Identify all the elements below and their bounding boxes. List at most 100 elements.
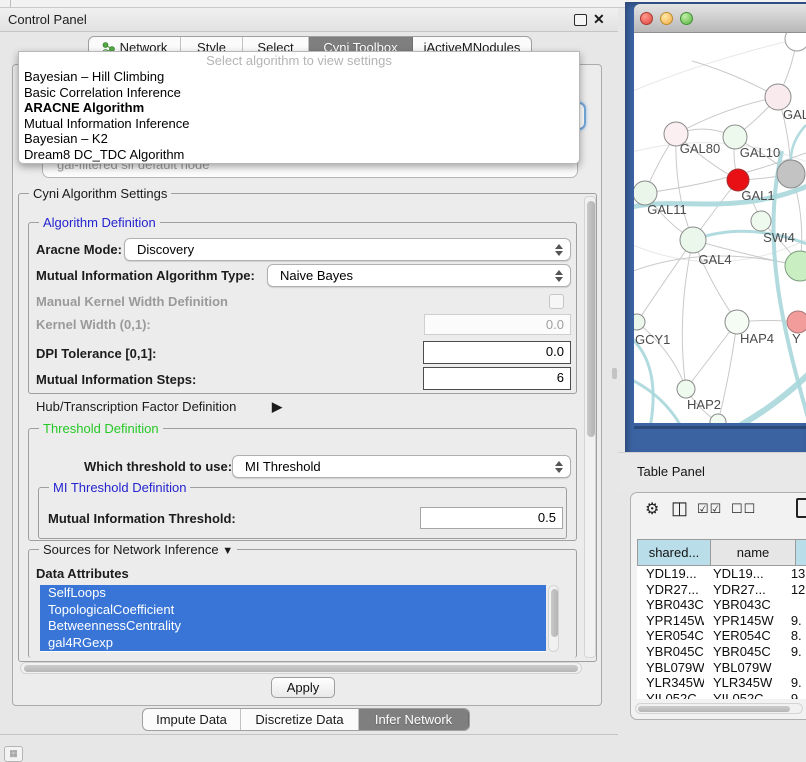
algorithm-option-bayesian-k2[interactable]: Bayesian – K2 — [19, 131, 579, 147]
tab-label: Discretize Data — [255, 712, 343, 727]
aracne-mode-combo[interactable]: Discovery — [124, 238, 571, 261]
settings-vscrollbar-thumb[interactable] — [587, 201, 595, 437]
mi-threshold-label: Mutual Information Threshold: — [48, 511, 236, 526]
table-row[interactable]: YBL079WYBL079W — [637, 660, 806, 676]
node-label-gal11: GAL11 — [647, 202, 687, 217]
kernel-width-field[interactable]: 0.0 — [424, 314, 571, 335]
kernel-width-value: 0.0 — [425, 315, 570, 335]
hub-definition-label: Hub/Transcription Factor Definition — [36, 399, 236, 414]
algorithm-option-dream8-dc-tdc-algorithm[interactable]: Dream8 DC_TDC Algorithm — [19, 147, 579, 163]
network-window-titlebar[interactable] — [634, 4, 806, 33]
manual-kernel-width-label: Manual Kernel Width Definition — [36, 294, 228, 309]
settings-hscrollbar-thumb[interactable] — [24, 665, 578, 672]
split-view-icon[interactable]: ◫ — [671, 498, 688, 519]
attributes-scrollbar-thumb[interactable] — [551, 589, 558, 637]
table-header-row: shared...nameA — [637, 539, 806, 566]
close-window-icon[interactable] — [640, 12, 653, 25]
which-threshold-combo[interactable]: MI Threshold — [232, 455, 571, 478]
table-cell: 12 — [782, 582, 806, 598]
gear-icon[interactable]: ⚙ — [645, 499, 659, 519]
control-panel-bottom-edge — [0, 734, 618, 735]
column-header-shared[interactable]: shared... — [638, 540, 711, 565]
settings-horizontal-scrollbar[interactable] — [20, 662, 582, 674]
algorithm-dropdown-popup: Select algorithm to view settings Bayesi… — [18, 51, 580, 164]
table-row[interactable]: YLR345WYLR345W9. — [637, 675, 806, 691]
mi-steps-field[interactable]: 6 — [423, 367, 571, 390]
column-header-a[interactable]: A — [796, 540, 806, 565]
data-attribute-gal4rgexp[interactable]: gal4RGexp — [40, 635, 546, 652]
table-row[interactable]: YER054CYER054C8. — [637, 628, 806, 644]
network-graph[interactable]: GALGAL80GAL10GAL1GAL11SWI4GAL4HAP4YGCY1H… — [634, 33, 806, 423]
node-label-salmon-right: Y — [792, 331, 801, 346]
show-panel-button[interactable]: ▦ — [4, 746, 23, 762]
node-label-gal80: GAL80 — [680, 141, 720, 156]
tab-discretize-data[interactable]: Discretize Data — [241, 709, 359, 730]
table-horizontal-scrollbar[interactable] — [635, 703, 803, 714]
table-panel-card: ⚙ ◫ ☑☑ ☐☐ shared...nameA YDL19...YDL19..… — [630, 492, 806, 720]
minimize-window-icon[interactable] — [660, 12, 673, 25]
tab-impute-data[interactable]: Impute Data — [143, 709, 241, 730]
node-gray-node[interactable] — [777, 160, 805, 188]
manual-kernel-width-checkbox[interactable] — [549, 294, 564, 309]
table-row[interactable]: YPR145WYPR145W9. — [637, 613, 806, 629]
node-bottom-partial[interactable] — [710, 414, 726, 423]
table-row[interactable]: YIL052CYIL052C9 — [637, 691, 806, 699]
mi-steps-value: 6 — [424, 368, 570, 388]
select-all-icon[interactable]: ☑☑ — [697, 501, 722, 517]
nodes-layer: GALGAL80GAL10GAL1GAL11SWI4GAL4HAP4YGCY1H… — [634, 33, 806, 423]
float-panel-icon[interactable] — [574, 14, 587, 26]
table-cell: YER054C — [637, 628, 704, 644]
function-builder-icon[interactable] — [796, 498, 806, 518]
mi-threshold-field[interactable]: 0.5 — [420, 507, 563, 529]
zoom-window-icon[interactable] — [680, 12, 693, 25]
algorithm-option-aracne-algorithm[interactable]: ARACNE Algorithm — [19, 100, 579, 116]
collapse-down-icon[interactable]: ▼ — [222, 545, 233, 557]
dpi-tolerance-label: DPI Tolerance [0,1]: — [36, 346, 156, 361]
table-cell — [782, 660, 806, 676]
table-row[interactable]: YBR045CYBR045C9. — [637, 644, 806, 660]
node-unlabeled-top[interactable] — [785, 33, 806, 51]
node-gal4[interactable] — [680, 227, 706, 253]
algorithm-option-basic-correlation-inference[interactable]: Basic Correlation Inference — [19, 85, 579, 101]
collapse-right-icon[interactable]: ▶ — [272, 399, 282, 415]
node-hap2[interactable] — [677, 380, 695, 398]
column-header-name[interactable]: name — [711, 540, 796, 565]
attributes-list-scrollbar[interactable] — [548, 585, 559, 652]
node-gcy1[interactable] — [634, 314, 645, 330]
node-swi4[interactable] — [751, 211, 771, 231]
apply-button[interactable]: Apply — [271, 677, 335, 698]
cyni-algorithm-settings-title: Cyni Algorithm Settings — [29, 186, 171, 201]
tab-infer-network[interactable]: Infer Network — [359, 709, 469, 730]
table-cell: YPR145W — [637, 613, 704, 629]
table-cell: 13 — [782, 566, 806, 582]
table-cell: YBL079W — [704, 660, 782, 676]
table-row[interactable]: YDL19...YDL19...13 — [637, 566, 806, 582]
algorithm-option-bayesian-hill-climbing[interactable]: Bayesian – Hill Climbing — [19, 69, 579, 85]
node-big-green-right[interactable] — [785, 251, 806, 281]
node-salmon-right[interactable] — [787, 311, 806, 333]
tab-label: Infer Network — [375, 712, 452, 727]
mi-threshold-value: 0.5 — [421, 508, 562, 528]
data-attribute-topologicalcoefficient[interactable]: TopologicalCoefficient — [40, 602, 546, 619]
data-attribute-betweennesscentrality[interactable]: BetweennessCentrality — [40, 618, 546, 635]
spinner-arrows-icon — [555, 461, 563, 473]
dpi-tolerance-field[interactable]: 0.0 — [423, 341, 571, 364]
table-hscrollbar-thumb[interactable] — [638, 706, 790, 713]
table-row[interactable]: YBR043CYBR043C — [637, 597, 806, 613]
splitpane-handle[interactable] — [612, 368, 617, 379]
node-label-swi4: SWI4 — [763, 230, 795, 245]
data-attributes-list: SelfLoopsTopologicalCoefficientBetweenne… — [40, 585, 546, 652]
mi-algorithm-type-combo[interactable]: Naive Bayes — [267, 264, 571, 287]
table-cell: YBR043C — [637, 597, 704, 613]
deselect-all-icon[interactable]: ☐☐ — [731, 501, 756, 517]
table-cell: YLR345W — [704, 675, 782, 691]
grid-icon: ▦ — [9, 748, 18, 758]
network-canvas[interactable]: GALGAL80GAL10GAL1GAL11SWI4GAL4HAP4YGCY1H… — [634, 33, 806, 423]
close-icon[interactable]: ✕ — [593, 9, 605, 30]
spinner-arrows-icon — [555, 244, 563, 256]
table-row[interactable]: YDR27...YDR27...12 — [637, 582, 806, 598]
data-attribute-selfloops[interactable]: SelfLoops — [40, 585, 546, 602]
settings-vertical-scrollbar[interactable] — [584, 196, 596, 658]
algorithm-option-mutual-information-inference[interactable]: Mutual Information Inference — [19, 116, 579, 132]
table-cell: YIL052C — [637, 691, 704, 699]
